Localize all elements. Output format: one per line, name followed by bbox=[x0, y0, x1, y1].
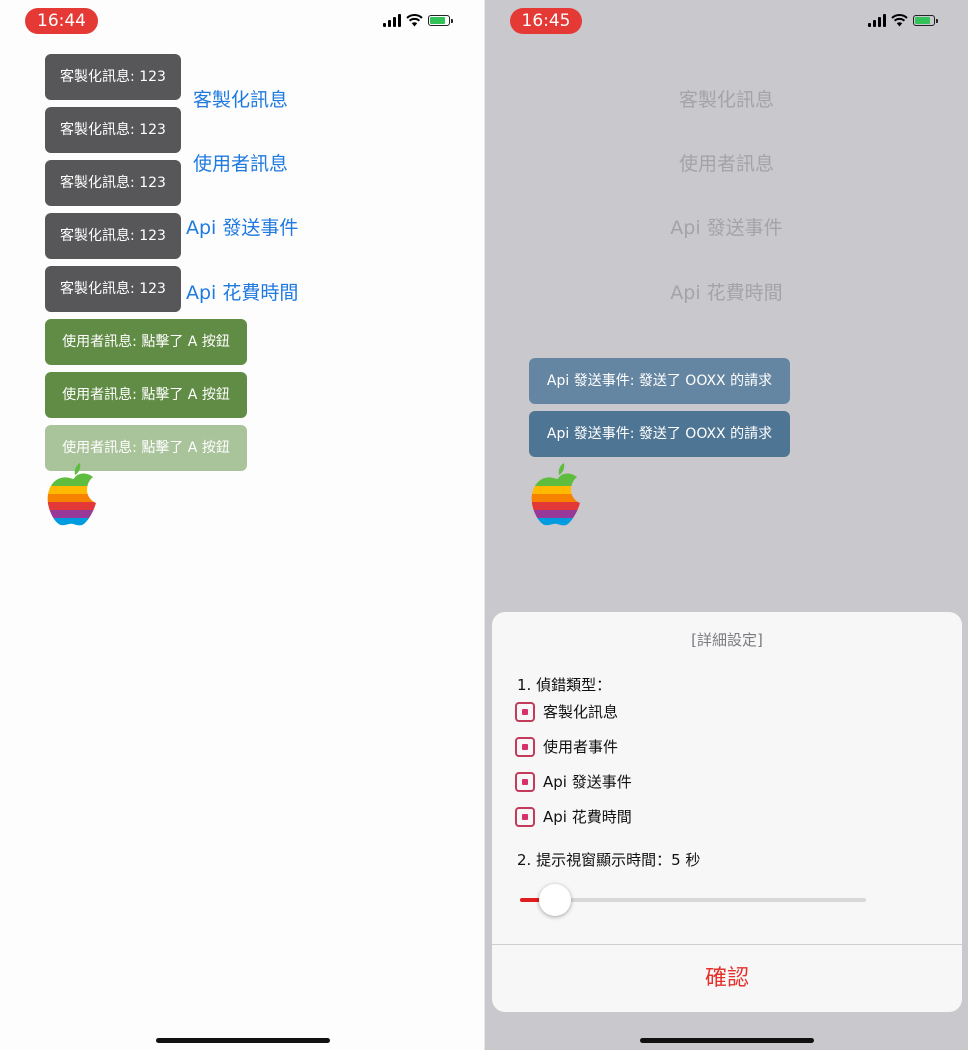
user-message-button[interactable]: 使用者訊息 bbox=[485, 149, 968, 176]
custom-message-button[interactable]: 客製化訊息 bbox=[193, 85, 288, 112]
toast-api-2: Api 發送事件: 發送了 OOXX 的請求 bbox=[529, 411, 790, 457]
api-send-event-button[interactable]: Api 發送事件 bbox=[485, 213, 968, 240]
display-time-slider[interactable] bbox=[520, 884, 866, 916]
display-time-label: 2. 提示視窗顯示時間：5 秒 bbox=[517, 851, 701, 869]
toast-user-1: 使用者訊息: 點擊了 A 按鈕 bbox=[45, 319, 247, 365]
option-label: Api 發送事件 bbox=[543, 773, 632, 791]
right-screen: 16:45 客製化訊息 使用者訊息 Api 發送事件 Api 花費時間 Api … bbox=[485, 0, 968, 1050]
status-time: 16:45 bbox=[510, 8, 582, 34]
toast-custom-3: 客製化訊息: 123 bbox=[45, 160, 181, 206]
signal-icon bbox=[868, 14, 886, 27]
user-message-button[interactable]: 使用者訊息 bbox=[193, 149, 288, 176]
battery-charging-icon bbox=[913, 15, 938, 26]
option-user-event[interactable]: 使用者事件 bbox=[515, 736, 618, 757]
api-time-spent-button[interactable]: Api 花費時間 bbox=[485, 278, 968, 305]
toast-custom-5: 客製化訊息: 123 bbox=[45, 266, 181, 312]
api-time-spent-button[interactable]: Api 花費時間 bbox=[186, 278, 298, 305]
toast-custom-2: 客製化訊息: 123 bbox=[45, 107, 181, 153]
status-icons bbox=[383, 14, 453, 27]
confirm-button[interactable]: 確認 bbox=[492, 960, 962, 992]
option-api-send-event[interactable]: Api 發送事件 bbox=[515, 771, 632, 792]
home-indicator[interactable] bbox=[640, 1038, 814, 1043]
checkbox-checked-icon[interactable] bbox=[515, 806, 535, 827]
option-label: 客製化訊息 bbox=[543, 703, 619, 721]
checkbox-checked-icon[interactable] bbox=[515, 701, 535, 722]
status-time: 16:44 bbox=[25, 8, 98, 34]
option-label: Api 花費時間 bbox=[543, 808, 632, 826]
left-screen: 16:44 客製化訊息: 123 客製化訊息: 123 客製化訊息: 123 客… bbox=[0, 0, 484, 1050]
toast-user-2: 使用者訊息: 點擊了 A 按鈕 bbox=[45, 372, 247, 418]
status-icons bbox=[868, 14, 938, 27]
signal-icon bbox=[383, 14, 401, 27]
checkbox-checked-icon[interactable] bbox=[515, 736, 535, 757]
apple-rainbow-logo[interactable] bbox=[530, 462, 586, 528]
option-custom-message[interactable]: 客製化訊息 bbox=[515, 701, 618, 722]
checkbox-checked-icon[interactable] bbox=[515, 771, 535, 792]
toast-api-1: Api 發送事件: 發送了 OOXX 的請求 bbox=[529, 358, 790, 404]
option-api-time-spent[interactable]: Api 花費時間 bbox=[515, 806, 632, 827]
home-indicator[interactable] bbox=[156, 1038, 330, 1043]
debug-type-label: 1. 偵錯類型： bbox=[517, 676, 612, 694]
sheet-title: [詳細設定] bbox=[691, 631, 763, 649]
option-label: 使用者事件 bbox=[543, 738, 619, 756]
toast-custom-1: 客製化訊息: 123 bbox=[45, 54, 181, 100]
wifi-icon bbox=[891, 14, 908, 27]
slider-thumb[interactable] bbox=[539, 884, 571, 916]
sheet-divider bbox=[492, 944, 962, 945]
settings-sheet: [詳細設定] 1. 偵錯類型： 客製化訊息 使用者事件 Api 發送事件 Api… bbox=[492, 612, 962, 1012]
apple-rainbow-logo[interactable] bbox=[46, 462, 102, 528]
wifi-icon bbox=[406, 14, 423, 27]
api-send-event-button[interactable]: Api 發送事件 bbox=[186, 213, 298, 240]
custom-message-button[interactable]: 客製化訊息 bbox=[485, 85, 968, 112]
battery-charging-icon bbox=[428, 15, 453, 26]
toast-custom-4: 客製化訊息: 123 bbox=[45, 213, 181, 259]
